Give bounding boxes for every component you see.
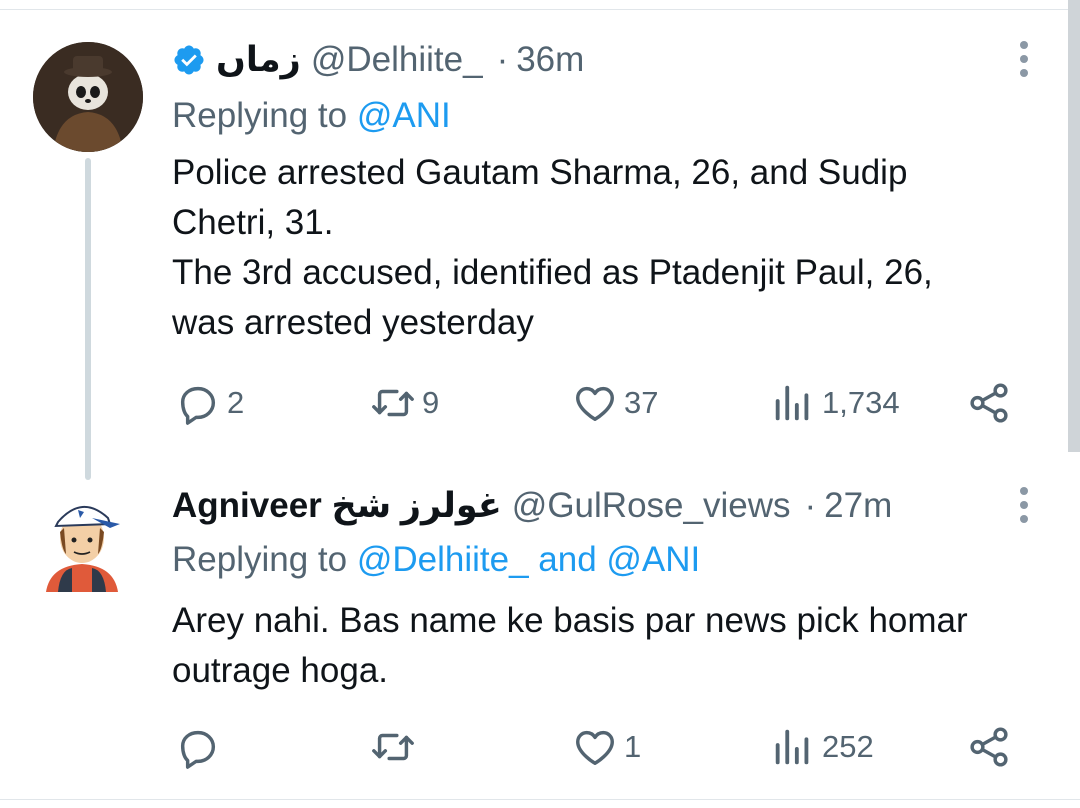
analytics-icon	[775, 729, 809, 765]
repost-count: 9	[422, 385, 440, 420]
tweet-text-line: was arrested yesterday	[172, 303, 534, 342]
views-button[interactable]: 1,734	[770, 380, 900, 426]
avatar[interactable]	[33, 42, 143, 152]
more-dot-icon	[1020, 55, 1028, 63]
tweet-text: Police arrested Gautam Sharma, 26, and S…	[172, 148, 1042, 348]
display-name[interactable]: زماں	[216, 40, 301, 80]
more-dot-icon	[1020, 515, 1028, 523]
reply-button[interactable]	[175, 724, 227, 770]
more-dot-icon	[1020, 487, 1028, 495]
verified-badge-icon	[174, 45, 204, 75]
reply-icon	[180, 730, 216, 769]
panda-detective-avatar-icon	[33, 42, 143, 152]
user-handle[interactable]: @Delhiite_	[311, 40, 483, 80]
reply-count: 2	[227, 385, 245, 420]
more-dot-icon	[1020, 41, 1028, 49]
more-dot-icon	[1020, 501, 1028, 509]
share-icon	[970, 727, 1008, 767]
share-button[interactable]	[966, 724, 1012, 770]
tweet-text: Arey nahi. Bas name ke basis par news pi…	[172, 596, 1042, 696]
share-button[interactable]	[966, 380, 1012, 426]
display-name[interactable]: Agniveer غولرز شخ	[172, 486, 502, 526]
share-icon	[970, 383, 1008, 423]
replying-to-line: Replying to @Delhiite_ and @ANI	[172, 540, 700, 580]
user-handle[interactable]: @GulRose_views	[512, 486, 791, 526]
avatar[interactable]	[40, 488, 125, 598]
more-dot-icon	[1020, 69, 1028, 77]
cartoon-boy-cap-avatar-icon	[46, 505, 120, 592]
separator-dot: ·	[496, 40, 509, 79]
analytics-icon	[775, 385, 809, 421]
timestamp[interactable]: 36m	[516, 40, 584, 80]
timestamp[interactable]: 27m	[824, 486, 892, 526]
like-button[interactable]: 1	[572, 724, 641, 770]
views-button[interactable]: 252	[770, 724, 874, 770]
separator-dot: ·	[804, 486, 817, 525]
bottom-divider	[0, 799, 1080, 800]
top-divider	[0, 0, 1080, 10]
scrollbar[interactable]	[1068, 0, 1080, 452]
more-options-button[interactable]	[1020, 41, 1030, 77]
heart-icon	[576, 386, 614, 422]
tweet-text-line: Arey nahi. Bas name ke basis par news pi…	[172, 601, 968, 640]
view-count: 252	[822, 729, 874, 764]
view-count: 1,734	[822, 385, 900, 420]
replying-to-link[interactable]: @Delhiite_ and @ANI	[357, 540, 700, 579]
thread-connector-line	[85, 158, 91, 480]
like-count: 37	[624, 385, 659, 420]
tweet-text-line: The 3rd accused, identified as Ptadenjit…	[172, 253, 933, 292]
replying-prefix: Replying to	[172, 540, 348, 579]
tweet-text-line: Chetri, 31.	[172, 203, 334, 242]
replying-prefix: Replying to	[172, 96, 348, 135]
heart-icon	[576, 730, 614, 766]
repost-icon	[372, 389, 414, 417]
tweet-header: Agniveer غولرز شخ @GulRose_views · 27m	[172, 486, 892, 526]
tweet-text-line: outrage hoga.	[172, 651, 389, 690]
reply-button[interactable]: 2	[175, 380, 244, 426]
replying-to-line: Replying to @ANI	[172, 96, 451, 136]
replying-to-link[interactable]: @ANI	[357, 96, 451, 135]
more-options-button[interactable]	[1020, 487, 1030, 523]
repost-button[interactable]	[370, 724, 422, 770]
tweet-header: زماں @Delhiite_ · 36m	[172, 40, 584, 80]
tweet-text-line: Police arrested Gautam Sharma, 26, and S…	[172, 153, 908, 192]
like-button[interactable]: 37	[572, 380, 658, 426]
repost-button[interactable]: 9	[370, 380, 439, 426]
reply-icon	[180, 386, 216, 425]
like-count: 1	[624, 729, 642, 764]
repost-icon	[372, 733, 414, 761]
